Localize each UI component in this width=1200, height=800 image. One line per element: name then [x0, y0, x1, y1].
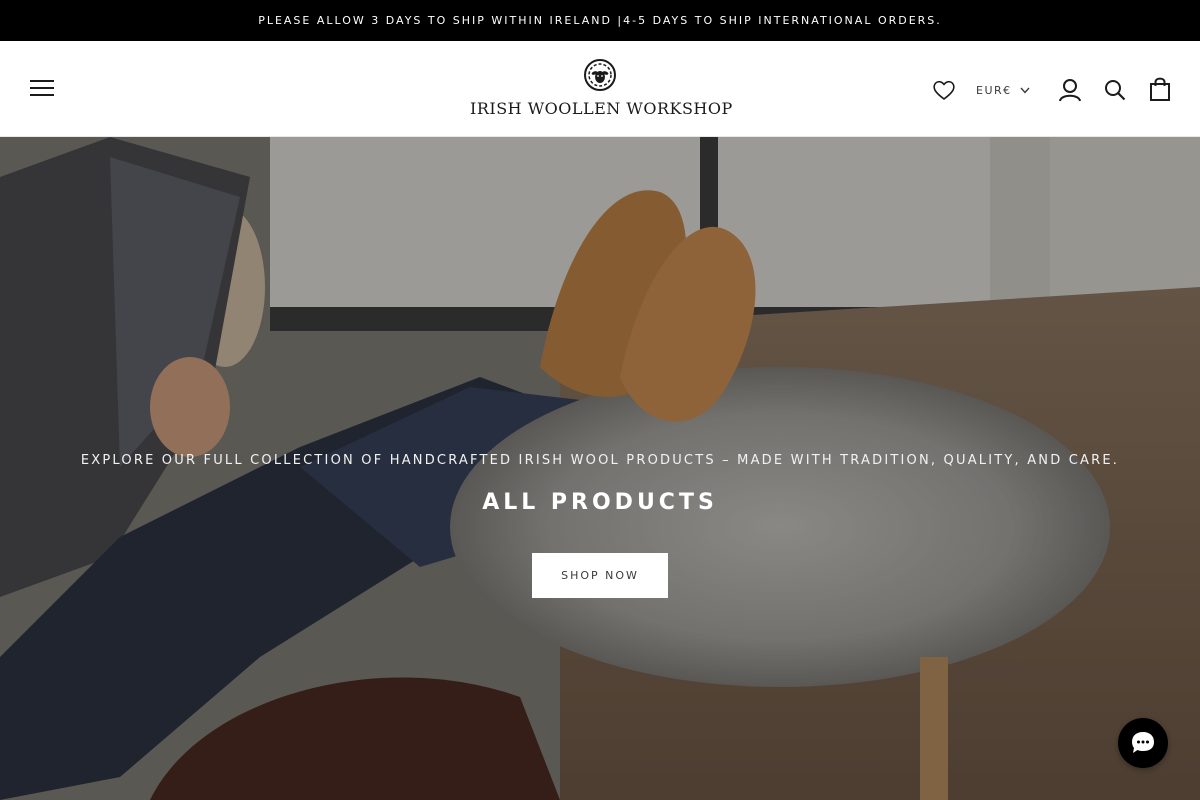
announcement-text: PLEASE ALLOW 3 DAYS TO SHIP WITHIN IRELA… — [258, 14, 942, 27]
currency-selector[interactable]: EUR€ — [976, 81, 1030, 99]
site-header: IRISH WOOLLEN WORKSHOP EUR€ — [0, 41, 1200, 137]
sheep-logo-icon — [584, 59, 616, 91]
account-icon[interactable] — [1058, 78, 1082, 102]
hero-title: ALL PRODUCTS — [482, 490, 718, 515]
chat-bubble-icon — [1132, 732, 1154, 753]
hero-overlay — [0, 137, 1200, 800]
announcement-bar: PLEASE ALLOW 3 DAYS TO SHIP WITHIN IRELA… — [0, 0, 1200, 41]
heart-icon[interactable] — [932, 79, 956, 101]
hamburger-menu-icon[interactable] — [30, 79, 55, 99]
hero-subtitle: EXPLORE OUR FULL COLLECTION OF HANDCRAFT… — [80, 453, 1120, 468]
hero-banner: EXPLORE OUR FULL COLLECTION OF HANDCRAFT… — [0, 137, 1200, 800]
search-icon[interactable] — [1104, 79, 1126, 101]
currency-label: EUR€ — [976, 83, 1012, 97]
chevron-down-icon — [1020, 87, 1030, 94]
shop-now-button[interactable]: SHOP NOW — [532, 553, 668, 598]
logo-text: IRISH WOOLLEN WORKSHOP — [470, 99, 733, 118]
shopping-bag-icon[interactable] — [1149, 76, 1171, 102]
logo[interactable]: IRISH WOOLLEN WORKSHOP — [470, 57, 733, 127]
chat-button[interactable] — [1118, 718, 1168, 768]
